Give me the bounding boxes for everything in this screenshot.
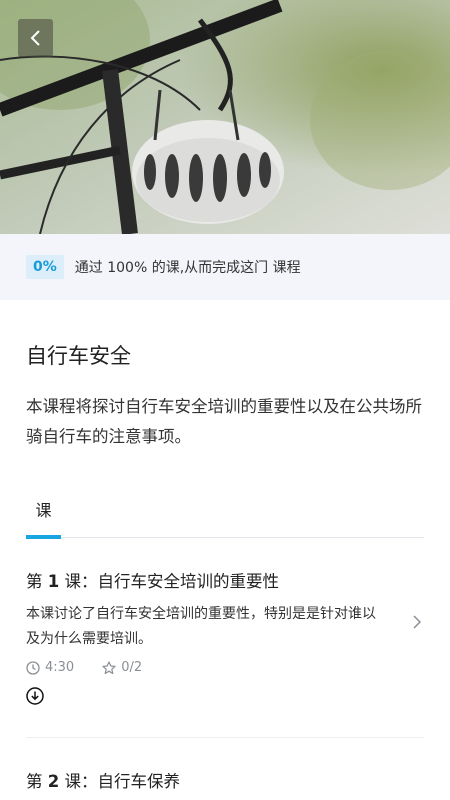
lesson-meta: 4:30 0/2	[26, 660, 424, 675]
hero-image	[0, 0, 450, 234]
download-icon[interactable]	[26, 687, 44, 705]
star-icon	[102, 660, 116, 674]
chevron-left-icon	[30, 30, 40, 46]
tab-bar: 课	[26, 496, 424, 539]
lesson-number: 1	[47, 572, 60, 591]
lesson-description: 本课讨论了自行车安全培训的重要性，特别是是针对谁以及为什么需要培训。	[26, 606, 376, 647]
lesson-title: 第 1 课：自行车安全培训的重要性	[26, 572, 279, 591]
course-description: 本课程将探讨自行车安全培训的重要性以及在公共场所骑自行车的注意事项。	[26, 397, 422, 446]
progress-banner: 0% 通过 100% 的课,从而完成这门 课程	[0, 234, 450, 300]
lesson-stars: 0/2	[102, 660, 142, 675]
lesson-item-2[interactable]: 第 2 课：自行车保养	[26, 738, 424, 792]
lesson-title: 第 2 课：自行车保养	[26, 772, 180, 791]
progress-percent-badge: 0%	[26, 255, 64, 279]
chevron-right-icon[interactable]	[412, 614, 422, 630]
lesson-stars-value: 0/2	[121, 660, 143, 675]
lesson-duration: 4:30	[26, 660, 74, 675]
progress-text: 通过 100% 的课,从而完成这门 课程	[74, 260, 301, 276]
course-content: 自行车安全 本课程将探讨自行车安全培训的重要性以及在公共场所骑自行车的注意事项。…	[0, 340, 450, 792]
clock-icon	[26, 660, 40, 675]
lesson-number: 2	[47, 772, 60, 791]
lesson-item-1[interactable]: 第 1 课：自行车安全培训的重要性 本课讨论了自行车安全培训的重要性，特别是是针…	[26, 538, 424, 738]
lesson-duration-value: 4:30	[45, 660, 75, 675]
course-title: 自行车安全	[26, 344, 131, 368]
bicycle-helmet-photo	[0, 0, 450, 234]
tab-lessons[interactable]: 课	[26, 497, 61, 539]
back-button[interactable]	[18, 19, 53, 57]
